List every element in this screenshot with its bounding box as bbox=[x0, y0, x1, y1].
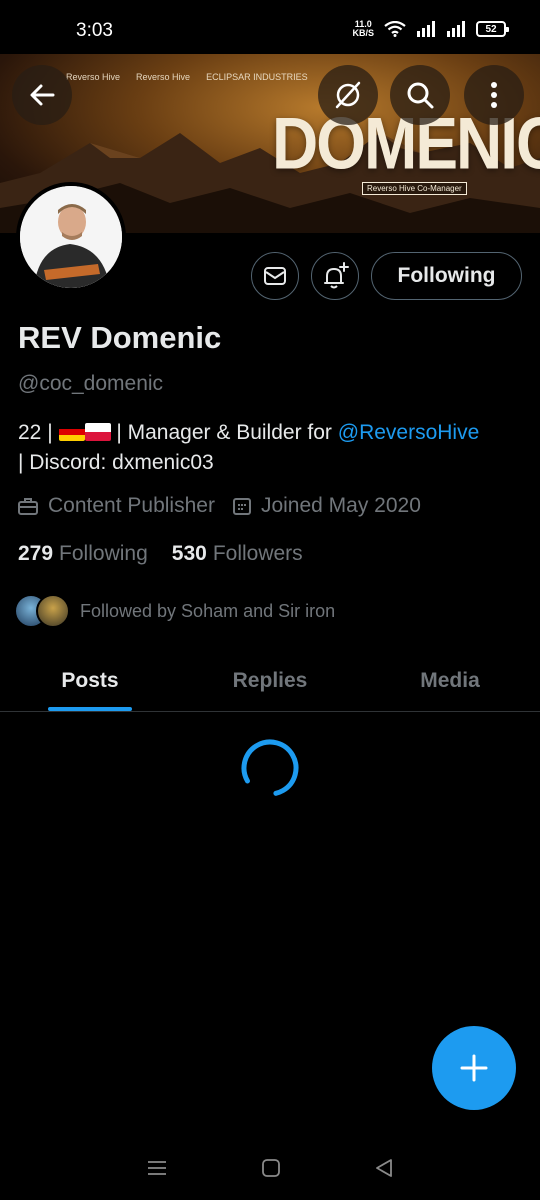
status-bar: 3:03 11.0 KB/S 52 bbox=[0, 0, 540, 54]
followers-link[interactable]: 530 Followers bbox=[172, 542, 303, 566]
wifi-icon bbox=[384, 21, 406, 37]
follow-counts: 279 Following 530 Followers bbox=[18, 542, 303, 566]
bio-prefix: 22 | bbox=[18, 421, 53, 444]
recents-menu-icon[interactable] bbox=[146, 1159, 168, 1177]
poland-flag-icon bbox=[84, 423, 111, 441]
search-icon bbox=[407, 82, 434, 109]
bio: 22 | | Manager & Builder for @ReversoHiv… bbox=[18, 418, 528, 478]
tab-media[interactable]: Media bbox=[360, 650, 540, 711]
display-name: REV Domenic bbox=[18, 320, 222, 355]
joined-label: Joined May 2020 bbox=[260, 494, 421, 517]
status-icons: 11.0 KB/S 52 bbox=[352, 20, 509, 38]
back-button[interactable] bbox=[12, 65, 72, 125]
plus-icon bbox=[460, 1054, 488, 1082]
profile-meta: Content Publisher Joined May 2020 bbox=[18, 494, 439, 518]
banner-subtitle: Reverso Hive Co-Manager bbox=[362, 182, 467, 195]
profile-tabs: Posts Replies Media bbox=[0, 650, 540, 712]
following-link[interactable]: 279 Following bbox=[18, 542, 148, 566]
back-nav-icon[interactable] bbox=[374, 1158, 394, 1178]
bio-middle: | Manager & Builder for bbox=[116, 421, 332, 444]
net-speed-unit: KB/S bbox=[352, 28, 374, 38]
loading-spinner bbox=[241, 739, 299, 797]
calendar-icon bbox=[232, 498, 251, 515]
followed-by-text: Followed by Soham and Sir iron bbox=[80, 600, 336, 621]
system-nav-bar bbox=[0, 1136, 540, 1200]
avatar-person bbox=[20, 186, 122, 288]
signal-icon bbox=[417, 21, 435, 37]
banner-brand-1: Reverso Hive bbox=[66, 72, 121, 82]
grok-icon bbox=[335, 81, 361, 109]
following-count: 279 bbox=[18, 542, 54, 565]
followers-count-label: Followers bbox=[212, 542, 303, 565]
bio-link[interactable]: @ReversoHive bbox=[338, 421, 480, 444]
tab-indicator bbox=[48, 707, 132, 711]
tab-replies[interactable]: Replies bbox=[180, 650, 360, 711]
follower-avatar-2 bbox=[36, 594, 70, 628]
more-button[interactable] bbox=[464, 65, 524, 125]
home-icon[interactable] bbox=[261, 1158, 281, 1178]
compose-button[interactable] bbox=[432, 1026, 516, 1110]
avatar-image bbox=[20, 186, 122, 288]
net-speed: 11.0 KB/S bbox=[352, 20, 374, 38]
category-item: Content Publisher bbox=[18, 494, 215, 518]
signal-icon-2 bbox=[447, 21, 465, 37]
more-vertical-icon bbox=[491, 82, 497, 108]
handle: @coc_domenic bbox=[18, 372, 164, 395]
banner-brand-3: ECLIPSAR INDUSTRIES bbox=[206, 72, 308, 82]
followers-count: 530 bbox=[171, 542, 207, 565]
status-time: 3:03 bbox=[76, 20, 113, 41]
following-count-label: Following bbox=[59, 542, 148, 565]
notify-button[interactable] bbox=[311, 252, 359, 300]
bell-plus-icon bbox=[324, 262, 349, 289]
joined-item: Joined May 2020 bbox=[232, 494, 421, 518]
followed-by[interactable]: Followed by Soham and Sir iron bbox=[14, 594, 335, 628]
grok-button[interactable] bbox=[318, 65, 378, 125]
following-button[interactable]: Following bbox=[371, 252, 522, 300]
search-button[interactable] bbox=[390, 65, 450, 125]
battery-level: 52 bbox=[485, 23, 497, 35]
arrow-left-icon bbox=[30, 84, 55, 106]
banner-brand-2: Reverso Hive bbox=[136, 72, 191, 82]
message-button[interactable] bbox=[251, 252, 299, 300]
germany-flag-icon bbox=[58, 423, 85, 441]
category-label: Content Publisher bbox=[48, 494, 215, 517]
banner-brands: Reverso Hive Reverso Hive ECLIPSAR INDUS… bbox=[66, 72, 308, 82]
bio-suffix: | Discord: dxmenic03 bbox=[18, 451, 214, 474]
avatar[interactable] bbox=[16, 182, 126, 292]
tab-posts[interactable]: Posts bbox=[0, 650, 180, 711]
envelope-icon bbox=[264, 267, 286, 285]
briefcase-icon bbox=[18, 498, 38, 515]
battery-icon: 52 bbox=[476, 21, 509, 37]
